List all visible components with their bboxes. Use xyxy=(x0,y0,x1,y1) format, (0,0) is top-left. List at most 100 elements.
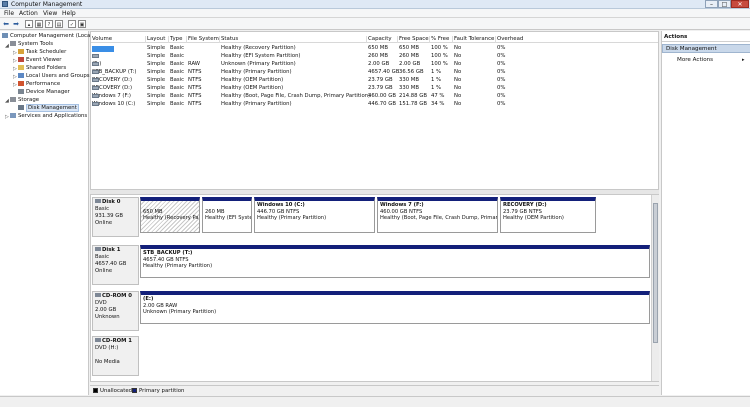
tree-node-shared-folders[interactable]: Shared Folders xyxy=(18,65,66,72)
menu-view[interactable]: View xyxy=(43,10,57,17)
volume-status-cell: Healthy (Boot, Page File, Crash Dump, Pr… xyxy=(221,93,371,99)
collapse-arrow-icon[interactable]: ◢ xyxy=(5,98,9,104)
expand-arrow-icon[interactable]: ▷ xyxy=(13,66,17,72)
table-row[interactable]: Simple Basic Healthy (EFI System Partition… xyxy=(91,52,658,60)
volume-fs-cell: NTFS xyxy=(188,101,202,107)
partition-block[interactable]: Windows 7 (F:) 460.00 GB NTFS Healthy (Boo… xyxy=(377,197,498,233)
table-row[interactable]: RECOVERY (D:) Simple Basic NTFS Healthy (OEM… xyxy=(91,84,658,92)
partition-block[interactable]: 260 MB Healthy (EFI Syster xyxy=(202,197,252,233)
disk-info-line: 4657.40 GB xyxy=(95,261,127,267)
expand-arrow-icon[interactable]: ▷ xyxy=(13,58,17,64)
partition-block[interactable]: Windows 10 (C:) 446.70 GB NTFS Healthy (Pr… xyxy=(254,197,375,233)
cd-rom-icon xyxy=(95,293,101,297)
more-actions-link[interactable]: More Actions xyxy=(677,57,713,63)
tree-node-storage[interactable]: Storage xyxy=(10,97,39,104)
partition-block[interactable]: (E:) 2.00 GB RAW Unknown (Primary Partitio… xyxy=(140,291,650,324)
disk-label[interactable]: Disk 1 Basic 4657.40 GB Online xyxy=(92,245,139,285)
volume-type-cell: Basic xyxy=(170,77,185,83)
tree-node-computer-management[interactable]: Computer Management (Local xyxy=(2,33,92,40)
column-layout[interactable]: Layout xyxy=(146,36,169,43)
volume-type-cell: Basic xyxy=(170,85,185,91)
table-row[interactable]: Windows 10 (C:) Simple Basic NTFS Healthy (P… xyxy=(91,100,658,108)
expand-arrow-icon[interactable]: ▷ xyxy=(13,74,17,80)
table-row[interactable]: (E:) Simple BasicRAW Unknown (Primary Parti… xyxy=(91,60,658,68)
disk-info-line: 2.00 GB xyxy=(95,307,117,313)
close-button[interactable]: ✕ xyxy=(731,0,749,8)
scrollbar-thumb[interactable] xyxy=(653,203,658,343)
check-icon[interactable]: ✓ xyxy=(68,20,76,28)
expand-arrow-icon[interactable]: ▷ xyxy=(13,50,17,56)
table-row[interactable]: Simple Basic Healthy (Recovery Partition) 6… xyxy=(91,44,658,52)
volume-type-cell: Basic xyxy=(170,69,185,75)
actions-disk-management[interactable]: Disk Management xyxy=(662,44,750,53)
volume-layout-cell: Simple xyxy=(147,101,166,107)
column-overhead[interactable]: Overhead xyxy=(496,36,536,43)
tree-node-task-scheduler[interactable]: Task Scheduler xyxy=(18,49,66,56)
forward-arrow-icon[interactable]: ➡ xyxy=(12,20,20,28)
partition-block[interactable]: STB_BACKUP (T:) 4657.40 GB NTFS Healthy (P… xyxy=(140,245,650,278)
column-status[interactable]: Status xyxy=(220,36,367,43)
properties-icon[interactable]: ▤ xyxy=(55,20,63,28)
tree-node-services-and-applications[interactable]: Services and Applications xyxy=(10,113,87,120)
column-volume[interactable]: Volume xyxy=(91,36,146,43)
column-percent-free[interactable]: % Free xyxy=(430,36,453,43)
up-folder-icon[interactable]: ▴ xyxy=(25,20,33,28)
menu-help[interactable]: Help xyxy=(62,10,76,17)
help-icon[interactable]: ? xyxy=(45,20,53,28)
table-row[interactable]: STB_BACKUP (T:) Simple Basic NTFS Healthy (P… xyxy=(91,68,658,76)
collapse-arrow-icon[interactable]: ◢ xyxy=(5,43,9,49)
maximize-button[interactable]: □ xyxy=(718,0,731,8)
partition-block[interactable]: 650 MB Healthy (Recovery Pa xyxy=(140,197,200,233)
disk-management-icon xyxy=(18,105,24,110)
users-icon xyxy=(18,73,24,78)
expand-arrow-icon[interactable]: ▷ xyxy=(5,114,9,120)
volume-pct-cell: 1 % xyxy=(431,69,442,75)
show-tree-icon[interactable]: ▦ xyxy=(35,20,43,28)
tree-node-local-users-and-groups[interactable]: Local Users and Groups xyxy=(18,73,90,80)
column-free-space[interactable]: Free Space xyxy=(398,36,430,43)
disk-label[interactable]: Disk 0 Basic 931.39 GB Online xyxy=(92,197,139,237)
back-arrow-icon[interactable]: ⬅ xyxy=(2,20,10,28)
minimize-button[interactable]: – xyxy=(705,0,718,8)
volume-name-cell: STB_BACKUP (T:) xyxy=(92,69,136,75)
volume-icon xyxy=(92,62,99,66)
menu-file[interactable]: File xyxy=(4,10,14,17)
table-row[interactable]: Windows 7 (F:) Simple Basic NTFS Healthy (Bo… xyxy=(91,92,658,100)
disk-info-line: Unknown xyxy=(95,314,120,320)
disk-label[interactable]: CD-ROM 0 DVD 2.00 GB Unknown xyxy=(92,291,139,331)
volume-capacity-cell: 446.70 GB xyxy=(368,101,396,107)
partition-block[interactable]: RECOVERY (D:) 23.79 GB NTFS Healthy (OEM P… xyxy=(500,197,596,233)
menu-action[interactable]: Action xyxy=(19,10,38,17)
volume-icon xyxy=(92,102,99,106)
volume-layout-cell: Simple xyxy=(147,77,166,83)
tree-node-performance[interactable]: Performance xyxy=(18,81,60,88)
volume-fs-cell: NTFS xyxy=(188,85,202,91)
more-actions-arrow-icon[interactable]: ▸ xyxy=(742,57,745,63)
tools-icon xyxy=(10,41,16,46)
partition-info-line: Healthy (Recovery Pa xyxy=(143,215,199,221)
tree-node-event-viewer[interactable]: Event Viewer xyxy=(18,57,61,64)
column-capacity[interactable]: Capacity xyxy=(367,36,398,43)
column-fault-tolerance[interactable]: Fault Tolerance xyxy=(453,36,496,43)
table-row[interactable]: RECOVERY (D:) Simple Basic NTFS Healthy (OEM… xyxy=(91,76,658,84)
volume-overhead-cell: 0% xyxy=(497,93,506,99)
view-icon[interactable]: ▣ xyxy=(78,20,86,28)
column-type[interactable]: Type xyxy=(169,36,187,43)
column-file-system[interactable]: File System xyxy=(187,36,220,43)
volume-capacity-cell: 650 MB xyxy=(368,45,388,51)
actions-pane: Actions Disk Management More Actions ▸ xyxy=(661,31,750,395)
volume-icon xyxy=(92,86,99,90)
disk-info-line xyxy=(95,352,137,359)
tree-node-system-tools[interactable]: System Tools xyxy=(10,41,53,48)
volume-fault-cell: No xyxy=(454,101,462,107)
volume-name-cell: Windows 7 (F:) xyxy=(92,93,131,99)
tree-node-disk-management[interactable]: Disk Management xyxy=(18,104,79,112)
disk-label[interactable]: CD-ROM 1 DVD (H:) No Media xyxy=(92,336,139,376)
volume-type-cell: Basic xyxy=(170,101,185,107)
legend: Unallocated Primary partition xyxy=(90,385,659,395)
disk-info-line: DVD (H:) xyxy=(95,345,119,351)
volume-pct-cell: 100 % xyxy=(431,45,448,51)
vertical-scrollbar[interactable] xyxy=(651,195,659,381)
expand-arrow-icon[interactable]: ▷ xyxy=(13,82,17,88)
tree-node-device-manager[interactable]: Device Manager xyxy=(18,89,70,96)
